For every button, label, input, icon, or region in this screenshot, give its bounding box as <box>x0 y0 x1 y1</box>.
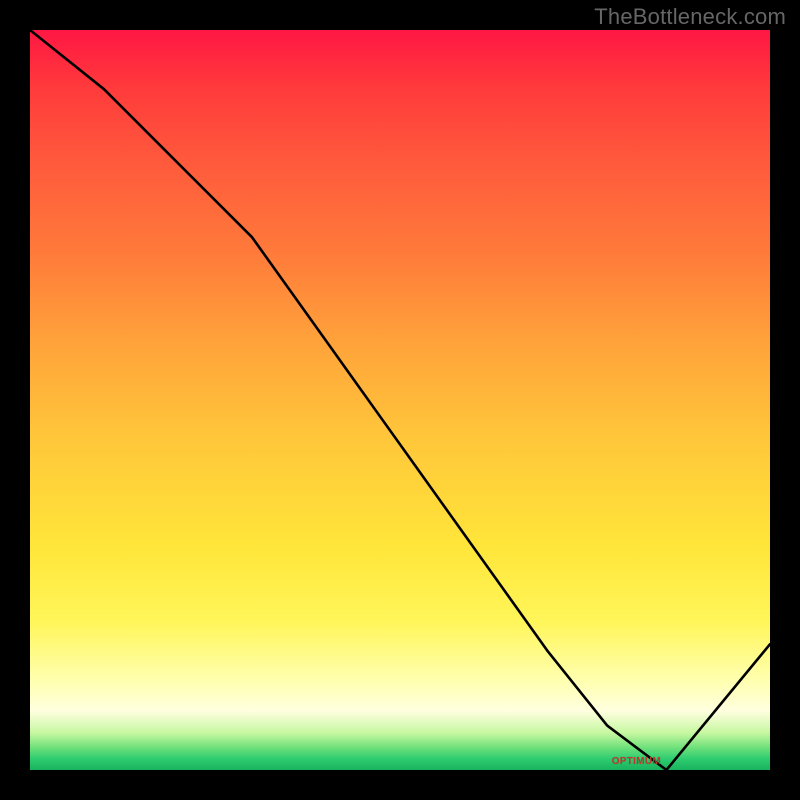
chart-frame: TheBottleneck.com OPTIMUM <box>0 0 800 800</box>
plot-background-gradient <box>30 30 770 770</box>
plot-area: OPTIMUM <box>30 30 770 770</box>
watermark-text: TheBottleneck.com <box>594 4 786 30</box>
minimum-label: OPTIMUM <box>612 756 661 767</box>
